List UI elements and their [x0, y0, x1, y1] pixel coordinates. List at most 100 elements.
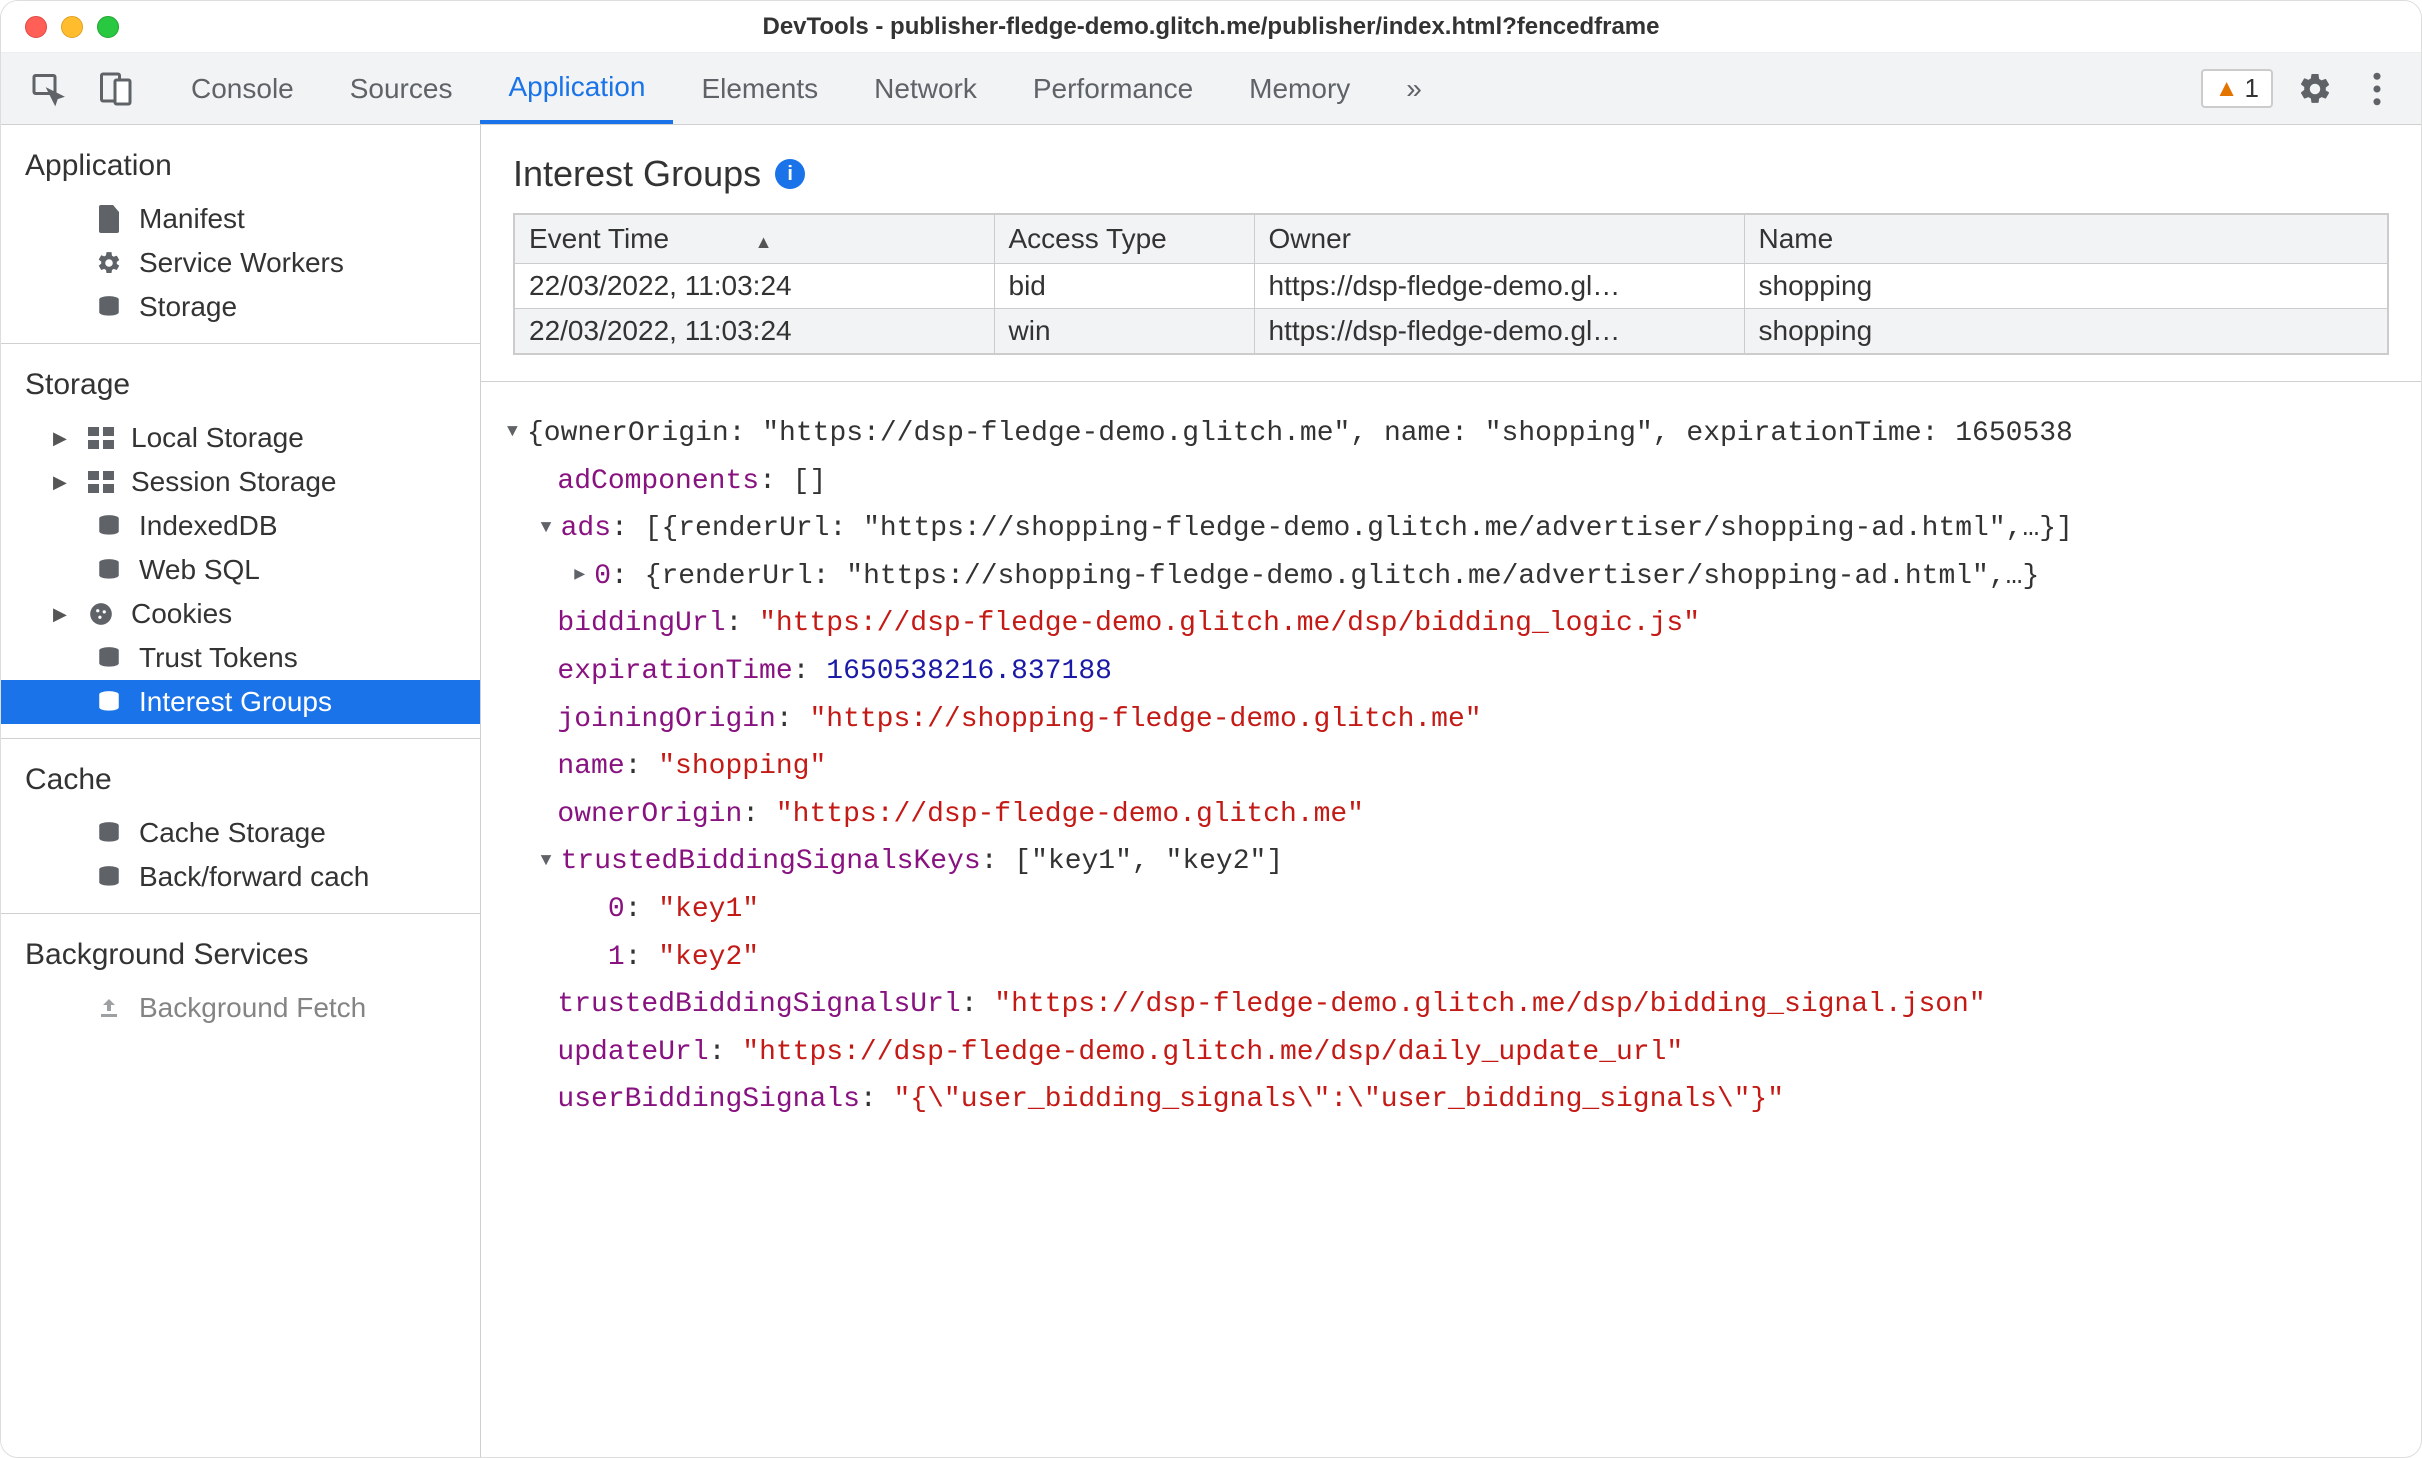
sidebar-item-indexeddb[interactable]: IndexedDB: [1, 504, 480, 548]
sidebar-item-background-fetch[interactable]: Background Fetch: [1, 986, 480, 1030]
database-icon: [93, 817, 125, 849]
json-prop-ads[interactable]: ▼ads: [{renderUrl: "https://shopping-fle…: [481, 505, 2421, 553]
expand-icon[interactable]: ▶: [53, 472, 71, 493]
json-prop-tbsk[interactable]: ▼trustedBiddingSignalsKeys: ["key1", "ke…: [481, 838, 2421, 886]
sidebar-item-bfcache[interactable]: Back/forward cach: [1, 855, 480, 899]
tab-memory[interactable]: Memory: [1221, 53, 1378, 124]
sidebar-item-label: Back/forward cach: [139, 861, 369, 893]
events-table: Event Time ▲ Access Type Owner Name 22/0…: [513, 213, 2389, 355]
json-detail-viewer: ▼{ownerOrigin: "https://dsp-fledge-demo.…: [481, 381, 2421, 1457]
collapse-icon[interactable]: ▼: [507, 417, 527, 448]
table-icon: [85, 466, 117, 498]
database-icon: [93, 861, 125, 893]
cell-name: shopping: [1744, 309, 2388, 355]
panel-main: Interest Groups i Event Time ▲ Access Ty…: [481, 125, 2421, 1457]
kebab-menu-icon[interactable]: [2357, 69, 2397, 109]
json-root[interactable]: ▼{ownerOrigin: "https://dsp-fledge-demo.…: [481, 410, 2421, 458]
sidebar-item-session-storage[interactable]: ▶ Session Storage: [1, 460, 480, 504]
table-row[interactable]: 22/03/2022, 11:03:24 bid https://dsp-fle…: [514, 264, 2388, 309]
database-icon: [93, 686, 125, 718]
close-window-button[interactable]: [25, 16, 47, 38]
upload-icon: [93, 992, 125, 1024]
sidebar-item-trust-tokens[interactable]: Trust Tokens: [1, 636, 480, 680]
cell-owner: https://dsp-fledge-demo.gl…: [1254, 264, 1744, 309]
section-application: Application: [1, 137, 480, 197]
col-owner[interactable]: Owner: [1254, 214, 1744, 264]
database-icon: [93, 291, 125, 323]
json-prop-tbsk-0[interactable]: 0: "key1": [481, 886, 2421, 934]
sidebar-item-label: Web SQL: [139, 554, 260, 586]
cell-type: win: [994, 309, 1254, 355]
traffic-lights: [25, 16, 119, 38]
sidebar-item-local-storage[interactable]: ▶ Local Storage: [1, 416, 480, 460]
json-prop-adcomponents[interactable]: adComponents: []: [481, 458, 2421, 506]
main-toolbar: Console Sources Application Elements Net…: [1, 53, 2421, 125]
tab-network[interactable]: Network: [846, 53, 1005, 124]
table-row[interactable]: 22/03/2022, 11:03:24 win https://dsp-fle…: [514, 309, 2388, 355]
sidebar-item-label: IndexedDB: [139, 510, 278, 542]
sidebar-item-label: Background Fetch: [139, 992, 366, 1024]
sidebar-item-cache-storage[interactable]: Cache Storage: [1, 811, 480, 855]
sidebar-item-label: Service Workers: [139, 247, 344, 279]
warning-icon: ▲: [2215, 75, 2239, 103]
panel-tabs: Console Sources Application Elements Net…: [163, 53, 1450, 124]
sidebar-item-label: Cookies: [131, 598, 232, 630]
json-prop-tbsk-1[interactable]: 1: "key2": [481, 934, 2421, 982]
json-prop-name[interactable]: name: "shopping": [481, 743, 2421, 791]
col-event-time[interactable]: Event Time ▲: [514, 214, 994, 264]
json-prop-updateurl[interactable]: updateUrl: "https://dsp-fledge-demo.glit…: [481, 1029, 2421, 1077]
tab-application[interactable]: Application: [480, 53, 673, 124]
sidebar-item-service-workers[interactable]: Service Workers: [1, 241, 480, 285]
fullscreen-window-button[interactable]: [97, 16, 119, 38]
tab-performance[interactable]: Performance: [1005, 53, 1221, 124]
json-prop-ownerorigin[interactable]: ownerOrigin: "https://dsp-fledge-demo.gl…: [481, 791, 2421, 839]
sidebar-item-label: Session Storage: [131, 466, 336, 498]
section-background-services: Background Services: [1, 926, 480, 986]
info-icon[interactable]: i: [775, 159, 805, 189]
json-prop-userbidding[interactable]: userBiddingSignals: "{\"user_bidding_sig…: [481, 1076, 2421, 1124]
expand-icon[interactable]: ▶: [574, 560, 594, 591]
gear-icon: [93, 247, 125, 279]
expand-icon[interactable]: ▶: [53, 428, 71, 449]
cell-time: 22/03/2022, 11:03:24: [514, 309, 994, 355]
json-prop-ads-0[interactable]: ▶0: {renderUrl: "https://shopping-fledge…: [481, 553, 2421, 601]
settings-icon[interactable]: [2295, 69, 2335, 109]
file-icon: [93, 203, 125, 235]
tab-elements[interactable]: Elements: [673, 53, 846, 124]
panel-title: Interest Groups: [513, 153, 761, 195]
tab-more[interactable]: »: [1378, 53, 1450, 124]
sidebar-item-manifest[interactable]: Manifest: [1, 197, 480, 241]
sidebar-item-label: Cache Storage: [139, 817, 326, 849]
tab-sources[interactable]: Sources: [322, 53, 481, 124]
json-prop-expiration[interactable]: expirationTime: 1650538216.837188: [481, 648, 2421, 696]
collapse-icon[interactable]: ▼: [541, 513, 561, 544]
sidebar-item-storage[interactable]: Storage: [1, 285, 480, 329]
tab-console[interactable]: Console: [163, 53, 322, 124]
sidebar-item-label: Local Storage: [131, 422, 304, 454]
issues-badge[interactable]: ▲ 1: [2201, 69, 2273, 108]
window-title: DevTools - publisher-fledge-demo.glitch.…: [762, 13, 1659, 41]
sidebar-item-cookies[interactable]: ▶ Cookies: [1, 592, 480, 636]
expand-icon[interactable]: ▶: [53, 604, 71, 625]
sidebar-item-label: Interest Groups: [139, 686, 332, 718]
device-toggle-icon[interactable]: [95, 69, 135, 109]
minimize-window-button[interactable]: [61, 16, 83, 38]
col-access-type[interactable]: Access Type: [994, 214, 1254, 264]
database-icon: [93, 554, 125, 586]
sidebar-item-websql[interactable]: Web SQL: [1, 548, 480, 592]
inspect-element-icon[interactable]: [29, 69, 69, 109]
json-prop-tbsu[interactable]: trustedBiddingSignalsUrl: "https://dsp-f…: [481, 981, 2421, 1029]
json-prop-biddingurl[interactable]: biddingUrl: "https://dsp-fledge-demo.gli…: [481, 600, 2421, 648]
application-sidebar: Application Manifest Service Workers Sto…: [1, 125, 481, 1457]
sidebar-item-label: Trust Tokens: [139, 642, 298, 674]
cell-type: bid: [994, 264, 1254, 309]
sort-asc-icon: ▲: [755, 232, 773, 252]
table-icon: [85, 422, 117, 454]
sidebar-item-interest-groups[interactable]: Interest Groups: [1, 680, 480, 724]
section-storage: Storage: [1, 356, 480, 416]
collapse-icon[interactable]: ▼: [541, 846, 561, 877]
cell-name: shopping: [1744, 264, 2388, 309]
devtools-window: DevTools - publisher-fledge-demo.glitch.…: [0, 0, 2422, 1458]
col-name[interactable]: Name: [1744, 214, 2388, 264]
json-prop-joiningorigin[interactable]: joiningOrigin: "https://shopping-fledge-…: [481, 696, 2421, 744]
